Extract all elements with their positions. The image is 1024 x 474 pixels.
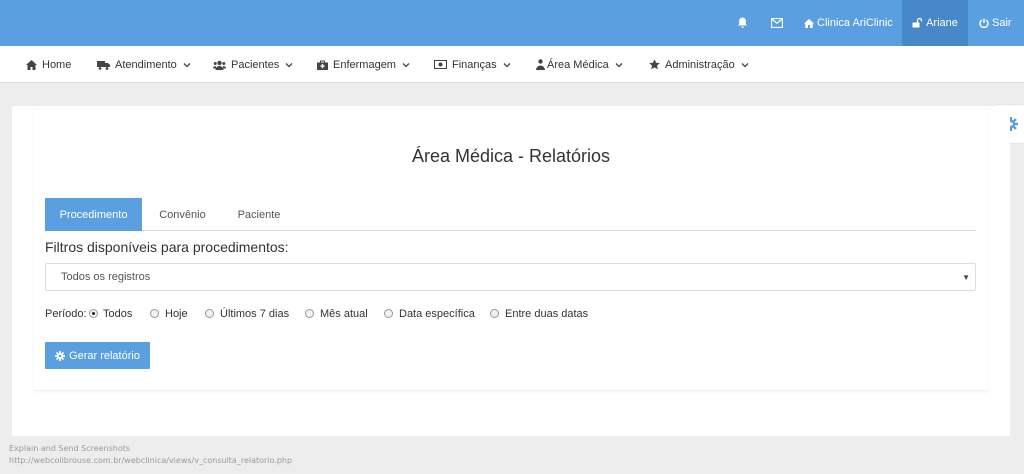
nav-item-atendimento[interactable]: Atendimento [97,46,196,83]
messages-button[interactable] [767,0,787,46]
nav-label: Administração [665,58,735,71]
nav-item-home[interactable]: Home [26,46,71,83]
nav-item-pacientes[interactable]: Pacientes [213,46,298,83]
bell-icon [737,17,747,28]
money-icon [434,60,447,69]
radio-label: Data específica [399,308,475,320]
radio-todos[interactable] [89,309,98,318]
page-title: Área Médica - Relatórios [411,146,611,166]
radio-entre-duas-datas[interactable] [490,309,499,318]
nav-item-financas[interactable]: Finanças [434,46,516,83]
period-group: Período: Todos Hoje Últimos 7 dias Mês a… [45,308,645,322]
home-icon [26,59,37,70]
nav-item-enfermagem[interactable]: Enfermagem [317,46,415,83]
unlock-icon [912,18,923,28]
period-label: Período: [45,308,87,320]
nav-label: Finanças [452,58,497,71]
status-text-line-1: Explain and Send Screenshots [9,444,131,453]
chevron-down-icon [615,62,623,67]
nav-item-area-medica[interactable]: Área Médica [536,46,628,83]
logout-button[interactable]: Sair [979,0,1012,46]
power-icon [979,18,989,28]
filter-select-value: Todos os registros [61,271,151,283]
radio-label: Mês atual [320,308,368,320]
envelope-icon [771,18,783,28]
main-card: Área Médica - Relatórios Procedimento Co… [12,106,1010,436]
chevron-down-icon [503,62,511,67]
top-bar: Clinica AriClinic Ariane Sair [0,0,1024,46]
tab-paciente[interactable]: Paciente [225,198,293,231]
medkit-icon [317,60,328,70]
user-menu[interactable]: Ariane [902,0,968,46]
clinic-link[interactable]: Clinica AriClinic [804,0,893,46]
radio-hoje[interactable] [150,309,159,318]
status-text-line-2: http://webcolibrouse.com.br/webclinica/v… [9,456,293,465]
radio-label: Todos [103,308,133,320]
nav-label: Atendimento [115,58,177,71]
radio-label: Entre duas datas [505,308,589,320]
chevron-down-icon [183,62,191,67]
chevron-down-icon [741,62,749,67]
users-icon [213,60,226,70]
logout-label: Sair [992,17,1012,29]
nav-label: Área Médica [547,58,609,71]
chevron-down-icon [285,62,293,67]
nav-label: Enfermagem [333,58,396,71]
star-icon [649,59,660,70]
nav-item-administracao[interactable]: Administração [649,46,754,83]
clinic-label: Clinica AriClinic [817,17,893,29]
nav-label: Pacientes [231,58,280,71]
tab-convenio[interactable]: Convênio [148,198,217,231]
generate-report-button[interactable]: Gerar relatório [45,342,150,369]
ambulance-icon [97,60,110,70]
radio-ultimos-7-dias[interactable] [205,309,214,318]
radio-data-especifica[interactable] [384,309,393,318]
caret-down-icon: ▼ [962,273,970,282]
home-icon [804,18,814,28]
tab-procedimento[interactable]: Procedimento [45,198,142,231]
filter-select[interactable]: Todos os registros ▼ [45,263,976,291]
chevron-down-icon [402,62,410,67]
main-nav: Home Atendimento Pacientes Enfermagem Fi… [0,46,1024,83]
generate-report-label: Gerar relatório [69,349,140,362]
radio-label: Hoje [165,308,188,320]
radio-mes-atual[interactable] [305,309,314,318]
filters-label: Filtros disponíveis para procedimentos: [45,239,289,255]
user-label: Ariane [926,17,958,29]
radio-label: Últimos 7 dias [220,308,290,320]
notifications-button[interactable] [732,0,752,46]
report-tabs: Procedimento Convênio Paciente [45,198,976,231]
user-md-icon [536,59,545,70]
gear-icon [55,350,66,361]
nav-label: Home [42,58,72,71]
